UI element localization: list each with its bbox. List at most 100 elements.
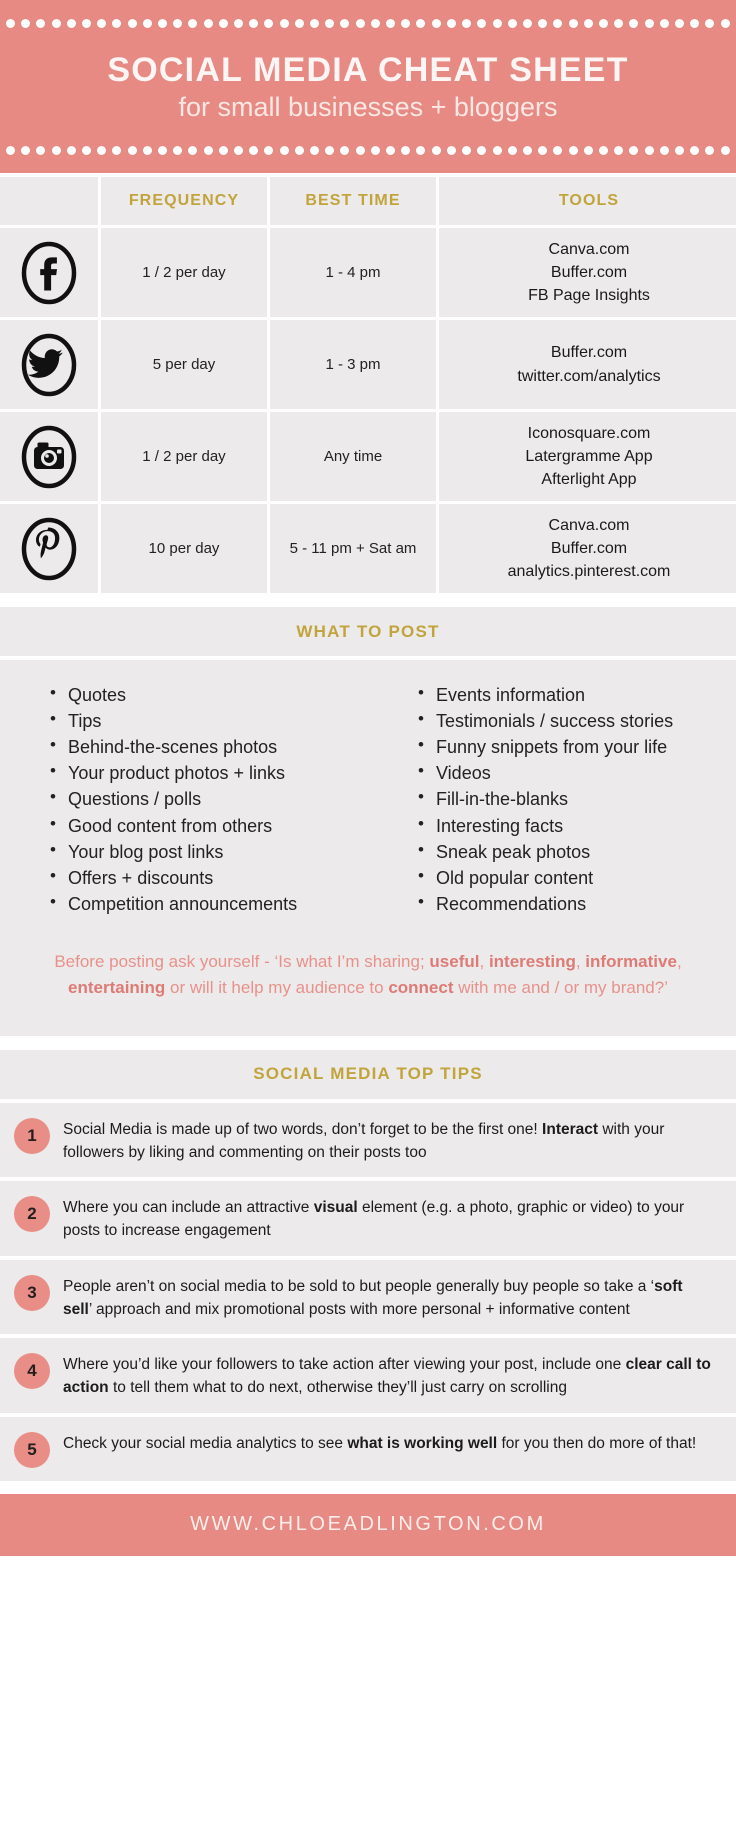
post-idea-item: Videos <box>416 759 736 786</box>
decorative-dot <box>203 145 213 155</box>
decorative-dot <box>674 145 684 155</box>
decorative-dot <box>629 145 639 155</box>
decorative-dot <box>568 18 578 28</box>
decorative-dot <box>158 145 168 155</box>
decorative-dot <box>522 18 532 28</box>
tip-number-badge: 3 <box>14 1274 50 1311</box>
tools-cell: Canva.com Buffer.com FB Page Insights <box>439 228 736 318</box>
decorative-dot <box>6 145 15 155</box>
decorative-dot <box>462 18 472 28</box>
post-idea-item: Behind-the-scenes photos <box>48 733 368 760</box>
decorative-dot <box>158 18 168 28</box>
post-idea-item: Offers + discounts <box>48 864 368 891</box>
table-header-row: FREQUENCY BEST TIME TOOLS <box>0 177 736 226</box>
header-cell-frequency: FREQUENCY <box>101 177 267 226</box>
what-to-post-right-column: Events informationTestimonials / success… <box>368 681 736 917</box>
decorative-dot <box>36 145 46 155</box>
prompt-text: , <box>676 951 682 971</box>
decorative-dot <box>249 145 259 155</box>
post-ideas-list-left: QuotesTipsBehind-the-scenes photosYour p… <box>48 681 368 917</box>
spacer <box>0 1035 736 1050</box>
tip-number-badge: 5 <box>14 1431 50 1468</box>
decorative-dot <box>340 18 350 28</box>
post-idea-item: Competition announcements <box>48 890 368 917</box>
tool-name: Canva.com <box>548 516 630 534</box>
tip-text-emphasis: Interact <box>542 1120 599 1138</box>
decorative-dot <box>690 145 700 155</box>
section-heading-label: WHAT TO POST <box>296 621 440 641</box>
tool-name: Canva.com <box>548 240 630 258</box>
decorative-dot <box>264 145 274 155</box>
decorative-dot <box>674 18 684 28</box>
frequency-value: 1 / 2 per day <box>142 447 226 465</box>
post-idea-item: Your blog post links <box>48 838 368 865</box>
decorative-dot <box>294 145 304 155</box>
decorative-dot <box>66 145 76 155</box>
platform-icon-cell <box>0 320 98 410</box>
prompt-text: , <box>575 951 586 971</box>
decorative-dot <box>583 18 593 28</box>
dot-border-top <box>0 16 736 30</box>
frequency-cell: 1 / 2 per day <box>101 412 267 502</box>
section-heading-what-to-post: WHAT TO POST <box>0 607 736 657</box>
decorative-dot <box>97 145 107 155</box>
decorative-dot <box>568 145 578 155</box>
decorative-dot <box>629 18 639 28</box>
best-time-value: 1 - 4 pm <box>325 263 381 281</box>
column-header-label: FREQUENCY <box>128 192 240 210</box>
decorative-dot <box>644 18 654 28</box>
top-tips-list: 1 Social Media is made up of two words, d… <box>0 1102 736 1481</box>
prompt-emphasis: entertaining <box>68 978 166 998</box>
post-ideas-list-right: Events informationTestimonials / success… <box>416 681 736 917</box>
decorative-dot <box>401 18 411 28</box>
decorative-dot <box>51 18 61 28</box>
decorative-dot <box>522 145 532 155</box>
decorative-dot <box>264 18 274 28</box>
decorative-dot <box>477 18 487 28</box>
tip-text-run: for you then do more of that! <box>497 1434 697 1452</box>
post-idea-item: Questions / polls <box>48 785 368 812</box>
decorative-dot <box>82 145 92 155</box>
tip-text-run: Where you’d like your followers to take … <box>63 1356 626 1374</box>
decorative-dot <box>142 145 152 155</box>
instagram-icon <box>20 424 78 490</box>
post-idea-item: Funny snippets from your life <box>416 733 736 760</box>
tip-item: 2 Where you can include an attractive vis… <box>0 1181 736 1256</box>
post-idea-item: Old popular content <box>416 864 736 891</box>
post-idea-item: Tips <box>48 707 368 734</box>
twitter-icon <box>20 332 78 398</box>
tools-cell: Canva.com Buffer.com analytics.pinterest.c… <box>439 504 736 594</box>
footer-bar: WWW.CHLOEADLINGTON.COM <box>0 1493 736 1556</box>
tool-name: twitter.com/analytics <box>517 367 661 385</box>
decorative-dot <box>173 145 183 155</box>
post-idea-item: Your product photos + links <box>48 759 368 786</box>
tip-item: 5 Check your social media analytics to se… <box>0 1416 736 1481</box>
prompt-text: with me and / or my brand?’ <box>453 978 668 998</box>
decorative-dot <box>553 145 563 155</box>
decorative-dot <box>218 145 228 155</box>
tip-text: Where you can include an attractive visu… <box>63 1194 714 1243</box>
header-cell-tools: TOOLS <box>439 177 736 226</box>
table-row: 5 per day 1 - 3 pm Buffer.com twitter.com/a… <box>0 320 736 410</box>
prompt-text: or will it help my audience to <box>165 978 389 998</box>
decorative-dot <box>507 145 517 155</box>
decorative-dot <box>690 18 700 28</box>
post-idea-item: Good content from others <box>48 812 368 839</box>
tool-name: FB Page Insights <box>528 287 650 305</box>
decorative-dot <box>659 145 669 155</box>
platform-icon-cell <box>0 504 98 594</box>
tool-name: analytics.pinterest.com <box>507 563 671 581</box>
decorative-dot <box>127 145 137 155</box>
post-idea-item: Testimonials / success stories <box>416 707 736 734</box>
decorative-dot <box>127 18 137 28</box>
decorative-dot <box>325 145 335 155</box>
tip-text-run: People aren’t on social media to be sold… <box>63 1277 655 1295</box>
decorative-dot <box>598 18 608 28</box>
dot-border-bottom <box>0 143 736 157</box>
table-body: 1 / 2 per day 1 - 4 pm Canva.com Buffer.com… <box>0 228 736 594</box>
page-subtitle: for small businesses + bloggers <box>178 92 558 123</box>
column-header-label: TOOLS <box>558 192 620 210</box>
decorative-dot <box>553 18 563 28</box>
decorative-dot <box>310 18 320 28</box>
tip-text: Check your social media analytics to see… <box>63 1430 696 1455</box>
